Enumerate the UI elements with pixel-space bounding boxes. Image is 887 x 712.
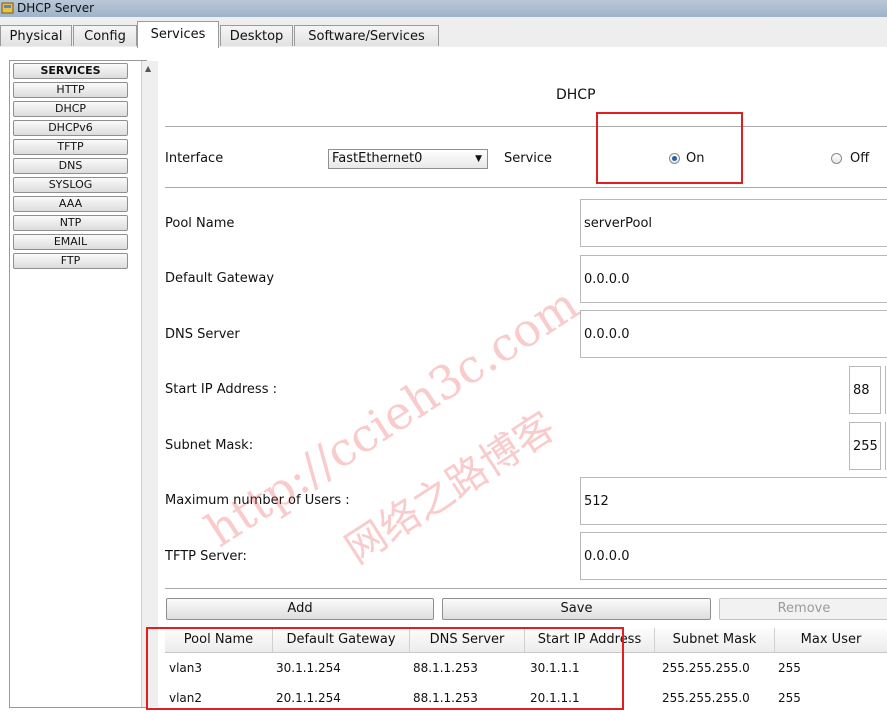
sidebar-item-dhcp[interactable]: DHCP [13,101,128,117]
max-users-input[interactable]: 512 [580,477,887,525]
cell-start-ip: 30.1.1.1 [530,661,580,675]
interface-value: FastEthernet0 [332,151,423,166]
sidebar-item-email[interactable]: EMAIL [13,234,128,250]
column-header-subnet-mask[interactable]: Subnet Mask [655,628,775,652]
sidebar-item-ftp[interactable]: FTP [13,253,128,269]
service-label: Service [504,151,553,166]
interface-select[interactable]: FastEthernet0 ▼ [328,149,488,169]
cell-max-user: 255 [778,691,801,705]
cell-subnet-mask: 255.255.255.0 [662,661,750,675]
service-on-radio[interactable] [669,153,680,164]
sidebar-item-syslog[interactable]: SYSLOG [13,177,128,193]
table-row[interactable]: vlan2 20.1.1.254 88.1.1.253 20.1.1.1 255… [165,682,887,712]
column-header-max-user[interactable]: Max User [775,628,887,652]
page-title: DHCP [556,87,596,103]
tab-services[interactable]: Services [137,21,219,48]
pool-name-input[interactable]: serverPool [580,199,887,247]
sidebar-item-dns[interactable]: DNS [13,158,128,174]
interface-label: Interface [165,151,224,166]
tab-physical[interactable]: Physical [0,25,72,46]
default-gateway-input[interactable]: 0.0.0.0 [580,255,887,303]
cell-pool-name: vlan3 [169,661,203,675]
divider [165,588,887,589]
sidebar-item-ntp[interactable]: NTP [13,215,128,231]
pool-name-label: Pool Name [165,216,235,231]
dns-server-input[interactable]: 0.0.0.0 [580,310,887,358]
sidebar-item-aaa[interactable]: AAA [13,196,128,212]
sidebar-item-tftp[interactable]: TFTP [13,139,128,155]
services-sidebar: SERVICES HTTP DHCP DHCPv6 TFTP DNS SYSLO… [9,60,158,708]
subnet-mask-octet-1-input[interactable]: 255 [849,422,881,470]
sidebar-scrollbar[interactable]: ▲ [141,61,158,707]
services-header: SERVICES [13,63,128,79]
column-header-dns-server[interactable]: DNS Server [410,628,525,652]
dns-server-label: DNS Server [165,327,240,342]
cell-default-gateway: 30.1.1.254 [276,661,341,675]
service-off-radio[interactable] [831,153,842,164]
tab-config[interactable]: Config [73,25,137,46]
tftp-server-input[interactable]: 0.0.0.0 [580,532,887,580]
subnet-mask-label: Subnet Mask: [165,438,254,453]
sidebar-item-dhcpv6[interactable]: DHCPv6 [13,120,128,136]
table-row[interactable]: vlan3 30.1.1.254 88.1.1.253 30.1.1.1 255… [165,652,887,682]
scroll-up-icon[interactable]: ▲ [145,64,151,73]
tab-strip: Physical Config Services Desktop Softwar… [0,17,887,48]
cell-pool-name: vlan2 [169,691,203,705]
title-bar: DHCP Server [0,0,887,17]
default-gateway-label: Default Gateway [165,271,275,286]
column-header-default-gateway[interactable]: Default Gateway [273,628,410,652]
sidebar-item-http[interactable]: HTTP [13,82,128,98]
service-off-label: Off [850,151,870,166]
start-ip-label: Start IP Address : [165,382,277,397]
start-ip-octet-1-input[interactable]: 88 [849,366,881,414]
cell-max-user: 255 [778,661,801,675]
divider [165,187,887,188]
tab-desktop[interactable]: Desktop [220,25,293,46]
column-header-pool-name[interactable]: Pool Name [165,628,273,652]
tftp-server-label: TFTP Server: [165,549,247,564]
cell-default-gateway: 20.1.1.254 [276,691,341,705]
divider [165,126,887,127]
remove-button[interactable]: Remove [719,598,887,620]
max-users-label: Maximum number of Users : [165,493,350,508]
table-header: Pool Name Default Gateway DNS Server Sta… [165,628,887,653]
cell-start-ip: 20.1.1.1 [530,691,580,705]
chevron-down-icon: ▼ [475,154,482,164]
tab-software-services[interactable]: Software/Services [294,25,439,46]
window-title: DHCP Server [17,1,95,15]
cell-subnet-mask: 255.255.255.0 [662,691,750,705]
save-button[interactable]: Save [442,598,711,620]
add-button[interactable]: Add [166,598,434,620]
column-header-start-ip[interactable]: Start IP Address [525,628,655,652]
service-on-label: On [686,151,705,166]
cell-dns-server: 88.1.1.253 [413,691,478,705]
cell-dns-server: 88.1.1.253 [413,661,478,675]
app-icon [1,2,14,14]
